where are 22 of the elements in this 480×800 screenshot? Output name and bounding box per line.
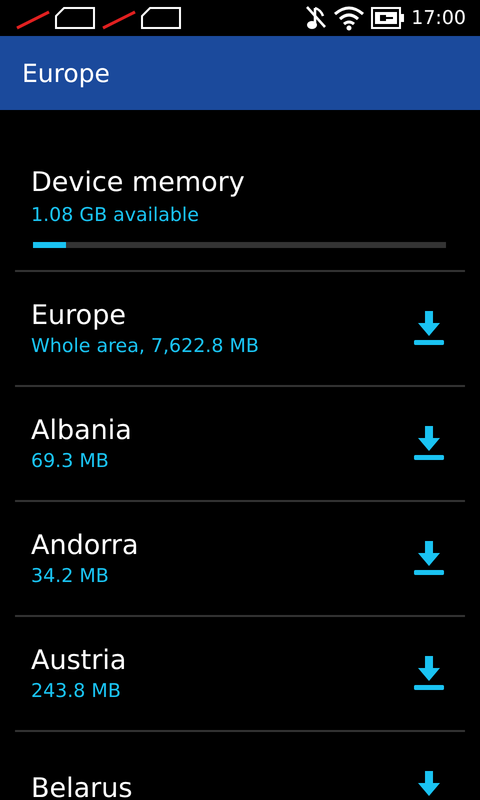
region-name[interactable]: Austria <box>31 644 126 678</box>
wifi-icon <box>333 5 366 31</box>
muted-music-icon <box>305 5 328 31</box>
region-size: Whole area, 7,622.8 MB <box>31 334 259 358</box>
no-sim-icon <box>102 6 182 30</box>
screen-title: Europe <box>22 58 110 88</box>
download-icon[interactable] <box>413 656 445 692</box>
region-name[interactable]: Albania <box>31 414 132 448</box>
download-icon[interactable] <box>413 426 445 462</box>
region-name[interactable]: Europe <box>31 298 126 332</box>
no-sim-icon <box>16 6 96 30</box>
region-name[interactable]: Belarus <box>31 772 132 800</box>
region-size: 243.8 MB <box>31 678 121 704</box>
download-icon[interactable] <box>413 540 445 576</box>
battery-charging-icon <box>371 7 406 29</box>
clock-time: 17:00 <box>411 7 466 29</box>
region-size: 69.3 MB <box>31 448 109 474</box>
memory-title: Device memory <box>31 166 246 200</box>
memory-available: 1.08 GB available <box>31 203 200 228</box>
region-size: 34.2 MB <box>31 564 109 588</box>
download-icon[interactable] <box>413 310 445 346</box>
region-name[interactable]: Andorra <box>31 528 139 562</box>
